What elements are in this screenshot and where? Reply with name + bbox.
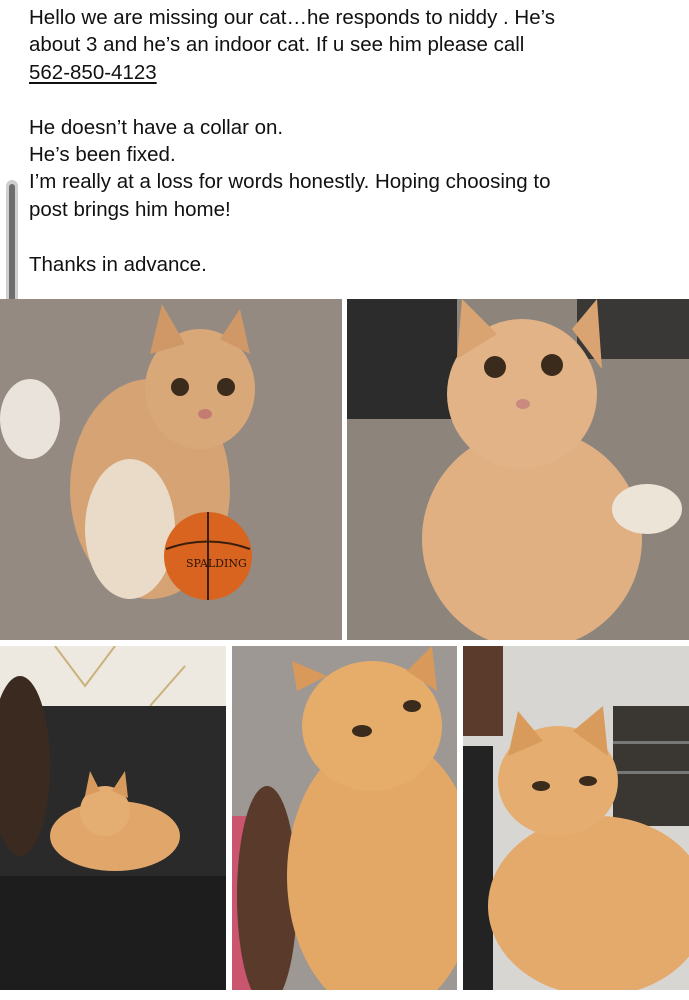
photo-cat-on-couch[interactable] bbox=[0, 646, 226, 990]
post-line: I’m really at a loss for words honestly.… bbox=[29, 170, 551, 194]
post-line: Hello we are missing our cat…he responds… bbox=[29, 6, 556, 29]
post-text: Hello we are missing our cat…he responds… bbox=[29, 4, 669, 278]
photo-cat-sitting[interactable] bbox=[347, 299, 689, 640]
phone-number-link[interactable]: 562-850-4123 bbox=[29, 61, 157, 84]
post-line: Thanks in advance. bbox=[29, 252, 207, 276]
cat-closeup-image bbox=[232, 646, 457, 990]
photo-cat-with-ball[interactable]: SPALDING bbox=[0, 299, 342, 640]
post-line: post brings him home! bbox=[29, 197, 231, 221]
cat-lying-image bbox=[463, 646, 689, 990]
post-line: He doesn’t have a collar on. bbox=[29, 115, 284, 139]
ball-brand-text: SPALDING bbox=[186, 557, 247, 570]
post-line: He’s been fixed. bbox=[29, 143, 176, 167]
cat-on-couch-image bbox=[0, 646, 226, 990]
cat-sitting-image bbox=[347, 299, 689, 640]
photo-cat-closeup[interactable] bbox=[232, 646, 457, 990]
photo-cat-lying[interactable] bbox=[463, 646, 689, 990]
post-line: about 3 and he’s an indoor cat. If u see… bbox=[29, 33, 525, 57]
cat-with-ball-image: SPALDING bbox=[0, 299, 342, 640]
